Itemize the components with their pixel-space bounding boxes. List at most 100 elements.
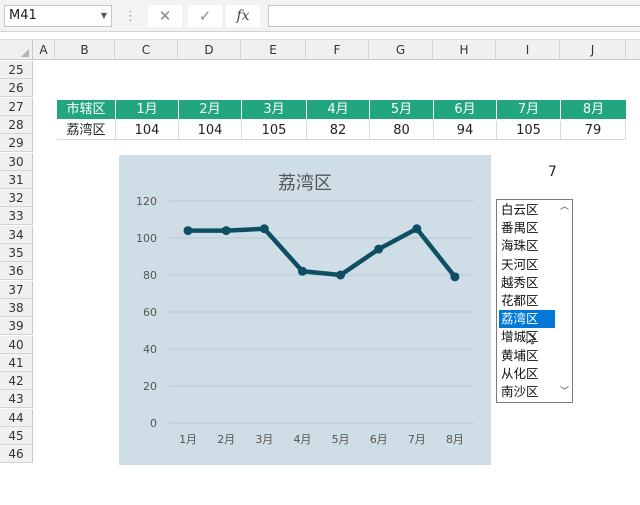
column-header-b[interactable]: B <box>55 40 115 60</box>
scroll-down-icon[interactable]: ﹀ <box>560 388 569 397</box>
row-header-39[interactable]: 39 <box>0 317 33 336</box>
row-header-45[interactable]: 45 <box>0 427 33 445</box>
row-header-43[interactable]: 43 <box>0 390 33 409</box>
table-header-cell[interactable]: 5月 <box>370 100 433 119</box>
row-header-30[interactable]: 30 <box>0 152 33 171</box>
series-line <box>185 226 458 280</box>
table-cell[interactable]: 82 <box>307 121 370 140</box>
x-tick-label: 1月 <box>179 433 197 446</box>
listbox-item[interactable]: 番禺区 <box>499 219 555 237</box>
table-cell[interactable]: 94 <box>434 121 497 140</box>
name-box-dropdown-icon[interactable]: ▼ <box>101 6 107 26</box>
column-header-e[interactable]: E <box>241 40 306 60</box>
x-tick-label: 7月 <box>408 433 426 446</box>
row-header-34[interactable]: 34 <box>0 225 33 244</box>
table-cell[interactable]: 105 <box>242 121 307 140</box>
data-point <box>336 270 346 280</box>
formula-input[interactable] <box>268 5 640 27</box>
select-all-button[interactable] <box>0 40 33 60</box>
column-header-f[interactable]: F <box>306 40 369 60</box>
formula-bar: M41 ▼ ⋮ ✕ ✓ fx <box>0 0 640 32</box>
table-cell[interactable]: 荔湾区 <box>57 121 116 140</box>
data-point <box>374 244 384 254</box>
row-header-38[interactable]: 38 <box>0 298 33 317</box>
table-cell[interactable]: 105 <box>497 121 561 140</box>
chart-plot: 0 20 40 60 80 100 120 1月 2月 3月 4月 5月 6月 7月 8月 <box>136 195 474 446</box>
district-listbox[interactable]: 白云区 番禺区 海珠区 天河区 越秀区 花都区 荔湾区 增城区 黄埔区 从化区 南沙区 ︿ ﹀ <box>496 199 573 403</box>
table-header-cell[interactable]: 8月 <box>561 100 626 119</box>
cancel-icon[interactable]: ✕ <box>148 5 182 27</box>
table-cell[interactable]: 104 <box>116 121 179 140</box>
listbox-item[interactable]: 越秀区 <box>499 274 555 292</box>
y-tick-label: 40 <box>143 343 157 356</box>
linked-cell-value[interactable]: 7 <box>548 164 557 180</box>
mouse-cursor-icon <box>526 331 536 345</box>
table-header-cell[interactable]: 6月 <box>434 100 496 119</box>
column-header-h[interactable]: H <box>433 40 496 60</box>
column-header-d[interactable]: D <box>178 40 241 60</box>
x-tick-label: 4月 <box>293 433 311 446</box>
line-chart[interactable]: 荔湾区 0 20 40 60 80 100 120 1月 2月 3月 4月 5月 6月 7月 8月 <box>119 155 491 465</box>
row-header-27[interactable]: 27 <box>0 97 33 116</box>
table-header-cell[interactable]: 7月 <box>497 100 560 119</box>
row-header-35[interactable]: 35 <box>0 244 33 262</box>
data-point <box>183 226 193 236</box>
row-header-31[interactable]: 31 <box>0 170 33 189</box>
row-header-36[interactable]: 36 <box>0 262 33 281</box>
data-point <box>259 224 269 234</box>
table-header-cell[interactable]: 4月 <box>307 100 369 119</box>
column-header-a[interactable]: A <box>33 40 55 60</box>
listbox-item[interactable]: 白云区 <box>499 201 555 219</box>
data-point <box>412 224 422 234</box>
row-header-37[interactable]: 37 <box>0 280 33 299</box>
y-tick-label: 120 <box>136 195 157 208</box>
column-header-c[interactable]: C <box>115 40 178 60</box>
name-box-value: M41 <box>9 8 37 23</box>
row-header-32[interactable]: 32 <box>0 189 33 208</box>
x-tick-label: 8月 <box>446 433 464 446</box>
scroll-up-icon[interactable]: ︿ <box>560 203 569 212</box>
y-tick-label: 80 <box>143 269 157 282</box>
table-header-cell[interactable]: 3月 <box>242 100 306 119</box>
row-header-28[interactable]: 28 <box>0 115 33 134</box>
column-header: A B C D E F G H I J <box>0 39 640 60</box>
insert-function-icon[interactable]: fx <box>226 5 260 27</box>
y-tick-label: 100 <box>136 232 157 245</box>
row-header-26[interactable]: 26 <box>0 79 33 98</box>
listbox-item[interactable]: 花都区 <box>499 292 555 310</box>
table-header-cell[interactable]: 市辖区 <box>57 100 115 119</box>
y-tick-label: 20 <box>143 380 157 393</box>
column-header-i[interactable]: I <box>496 40 560 60</box>
listbox-scrollbar[interactable]: ︿ ﹀ <box>557 200 572 402</box>
y-tick-label: 0 <box>150 417 157 430</box>
listbox-item[interactable]: 从化区 <box>499 365 555 383</box>
formula-bar-grip-icon: ⋮ <box>124 9 137 24</box>
row-header-46[interactable]: 46 <box>0 445 33 464</box>
x-tick-label: 5月 <box>332 433 350 446</box>
table-header-cell[interactable]: 1月 <box>116 100 178 119</box>
x-tick-label: 3月 <box>255 433 273 446</box>
table-cell[interactable]: 104 <box>179 121 242 140</box>
column-header-g[interactable]: G <box>369 40 433 60</box>
listbox-item[interactable]: 南沙区 <box>499 383 555 401</box>
column-header-j[interactable]: J <box>560 40 626 60</box>
table-header-cell[interactable]: 2月 <box>179 100 241 119</box>
data-point <box>297 266 307 276</box>
row-header-40[interactable]: 40 <box>0 335 33 354</box>
row-header-29[interactable]: 29 <box>0 134 33 153</box>
name-box[interactable]: M41 ▼ <box>4 5 112 27</box>
table-cell[interactable]: 79 <box>561 121 626 140</box>
listbox-item[interactable]: 荔湾区 <box>499 310 555 329</box>
listbox-item[interactable]: 天河区 <box>499 256 555 274</box>
row-header-25[interactable]: 25 <box>0 61 33 79</box>
table-cell[interactable]: 80 <box>370 121 434 140</box>
x-tick-label: 2月 <box>217 433 235 446</box>
row-header-33[interactable]: 33 <box>0 207 33 226</box>
listbox-item[interactable]: 海珠区 <box>499 237 555 255</box>
enter-icon[interactable]: ✓ <box>188 5 222 27</box>
row-header-42[interactable]: 42 <box>0 372 33 391</box>
listbox-item[interactable]: 黄埔区 <box>499 347 555 365</box>
row-header-44[interactable]: 44 <box>0 408 33 427</box>
y-tick-label: 60 <box>143 306 157 319</box>
row-header-41[interactable]: 41 <box>0 353 33 372</box>
